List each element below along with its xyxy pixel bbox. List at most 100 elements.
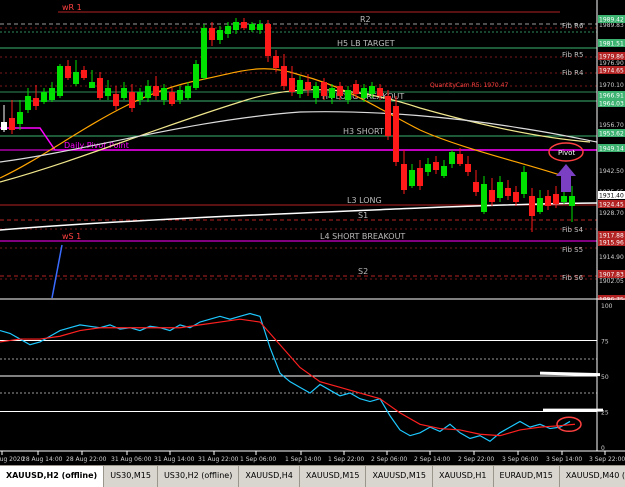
- level-label: wR 1: [62, 3, 82, 12]
- candle-body: [561, 196, 567, 202]
- candle-body: [529, 196, 535, 216]
- price-tag-label: 1966.91: [599, 93, 624, 100]
- candle-body: [489, 190, 495, 202]
- candle-body: [225, 26, 231, 34]
- level-label: L4 SHORT BREAKOUT: [320, 232, 405, 241]
- price-chart[interactable]: 1989.831983.511976.901970.101963.451956.…: [0, 0, 625, 304]
- price-tag-label: 1907.83: [599, 272, 624, 279]
- fib-label: Fib S4: [562, 226, 584, 234]
- ws1-vertical: [51, 244, 63, 299]
- price-tag-label: 1924.45: [599, 202, 624, 209]
- candle-body: [409, 170, 415, 186]
- fib-label: Fib S5: [562, 246, 583, 254]
- chart-tab[interactable]: XAUUSD,M15: [366, 466, 433, 487]
- candle-body: [361, 88, 367, 98]
- candle-body: [9, 118, 15, 130]
- candle-body: [537, 198, 543, 212]
- fib-label: Fib S6: [562, 274, 584, 282]
- candle-body: [73, 72, 79, 84]
- candle-body: [17, 112, 23, 124]
- level-label: R2: [360, 15, 371, 24]
- price-tag-label: 1949.14: [599, 146, 624, 153]
- candle-body: [57, 66, 63, 96]
- chart-tab[interactable]: US30,H2 (offline): [158, 466, 240, 487]
- candle-body: [337, 86, 343, 96]
- price-tag-label: 1981.51: [599, 41, 624, 48]
- candle-body: [377, 88, 383, 96]
- candle-body: [521, 172, 527, 194]
- candle-body: [481, 184, 487, 212]
- candle-body: [65, 66, 71, 78]
- chart-tab[interactable]: XAUUSD,H2 (offline): [0, 466, 105, 487]
- oscillator-subwindow[interactable]: 1007550250: [0, 0, 625, 452]
- chart-tab[interactable]: XAUUSD,M40 (offline): [560, 466, 625, 487]
- candle-body: [569, 196, 575, 206]
- candle-body: [505, 188, 511, 196]
- candle-body: [25, 96, 31, 110]
- level-label: H3 SHORT: [343, 127, 384, 136]
- price-tag-label: 1931.40: [599, 193, 624, 200]
- candle-body: [33, 98, 39, 106]
- candle-body: [457, 154, 463, 164]
- fib-label: Fib R6: [562, 22, 584, 30]
- price-tag-label: 1974.65: [599, 68, 624, 75]
- chart-tab[interactable]: XAUUSD,H4: [239, 466, 300, 487]
- candle-body: [49, 88, 55, 100]
- candle-body: [393, 106, 399, 162]
- candle-body: [329, 88, 335, 98]
- candle-body: [233, 22, 239, 30]
- camarilla-label: QuantityCam R5: 1970.47: [430, 82, 508, 89]
- candle-body: [345, 90, 351, 100]
- candle-body: [401, 164, 407, 190]
- fib-label: Fib R5: [562, 51, 583, 59]
- osc-slow-line: [0, 318, 576, 437]
- price-tag-label: 1915.96: [599, 240, 624, 247]
- candle-body: [465, 164, 471, 172]
- time-tick-label: 2 Sep 06:00: [371, 456, 407, 463]
- candle-body: [193, 64, 199, 88]
- candle-body: [425, 164, 431, 172]
- time-tick-label: 27 Aug 2020: [0, 456, 25, 463]
- candle-body: [321, 82, 327, 96]
- ma-slow-line: [0, 111, 598, 163]
- price-tick-label: 1914.90: [599, 254, 624, 261]
- price-tick-label: 1942.50: [599, 168, 624, 175]
- chart-tab[interactable]: XAUUSD,M15: [300, 466, 367, 487]
- candle-body: [241, 22, 247, 28]
- candle-body: [177, 90, 183, 100]
- candle-body: [169, 92, 175, 104]
- candle-body: [265, 24, 271, 56]
- chart-tab[interactable]: XAUUSD,H1: [433, 466, 494, 487]
- candle-body: [449, 152, 455, 164]
- candle-body: [137, 92, 143, 100]
- candle-body: [297, 80, 303, 94]
- candle-body: [433, 162, 439, 170]
- candle-body: [417, 168, 423, 186]
- candle-body: [441, 166, 447, 176]
- chart-tab[interactable]: EURAUD,M15: [494, 466, 560, 487]
- osc-tick-label: 50: [601, 374, 609, 381]
- chart-tab[interactable]: US30,M15: [104, 466, 158, 487]
- time-tick-label: 31 Aug 14:00: [154, 456, 195, 463]
- time-tick-label: 1 Sep 14:00: [285, 456, 321, 463]
- price-tag-label: 1979.86: [599, 54, 624, 61]
- fib-label: Fib R4: [562, 69, 584, 77]
- candle-body: [121, 88, 127, 98]
- pivot-circle-label: Pivot: [558, 149, 575, 157]
- candle-body: [113, 94, 119, 106]
- time-tick-label: 2 Sep 14:00: [414, 456, 450, 463]
- price-tick-label: 1928.70: [599, 210, 624, 217]
- candle-body: [305, 82, 311, 90]
- candle-body: [369, 86, 375, 94]
- candle-body: [513, 192, 519, 202]
- time-tick-label: 3 Sep 14:00: [546, 456, 582, 463]
- candle-body: [41, 92, 47, 102]
- candle-body: [129, 92, 135, 108]
- candle-body: [545, 196, 551, 206]
- candle-body: [217, 30, 223, 40]
- time-tick-label: 3 Sep 06:00: [502, 456, 538, 463]
- candle-body: [553, 194, 559, 204]
- time-tick-label: 28 Aug 14:00: [22, 456, 63, 463]
- time-tick-label: 3 Sep 22:00: [589, 456, 625, 463]
- chart-window[interactable]: 1989.831983.511976.901970.101963.451956.…: [0, 0, 625, 486]
